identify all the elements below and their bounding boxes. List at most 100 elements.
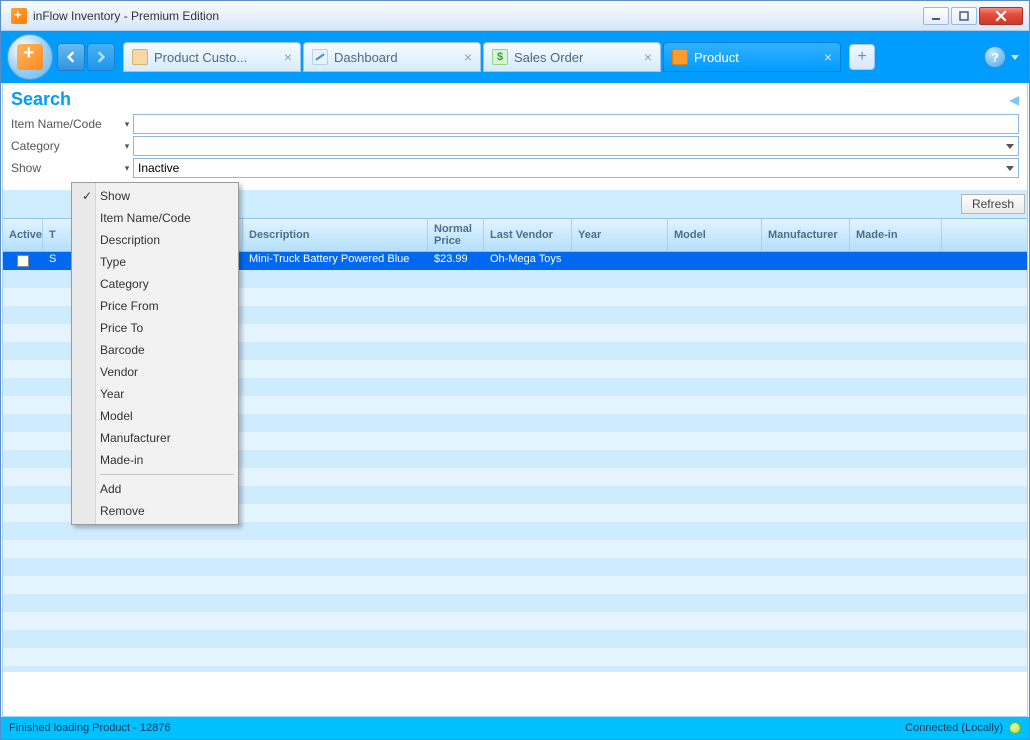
- col-manufacturer[interactable]: Manufacturer: [762, 219, 850, 251]
- active-checkbox[interactable]: [17, 255, 29, 267]
- table-row[interactable]: [3, 648, 1027, 666]
- table-row[interactable]: [3, 558, 1027, 576]
- nav-back-button[interactable]: [57, 43, 85, 71]
- table-row[interactable]: [3, 594, 1027, 612]
- cell-year: [572, 558, 668, 576]
- cell-active: [3, 324, 43, 342]
- tab-sales-order[interactable]: Sales Order ×: [483, 42, 661, 72]
- cell-manufacturer: [762, 468, 850, 486]
- menu-item-show[interactable]: Show: [74, 185, 236, 207]
- cell-active: [3, 522, 43, 540]
- minimize-button[interactable]: [923, 7, 949, 25]
- cell-model: [668, 594, 762, 612]
- cell-active: [3, 342, 43, 360]
- category-dropdown-icon[interactable]: ▾: [121, 141, 133, 152]
- show-select[interactable]: Inactive: [133, 158, 1019, 178]
- cell-model: [668, 630, 762, 648]
- cell-description: [243, 468, 428, 486]
- tab-close-icon[interactable]: ×: [824, 49, 832, 65]
- tab-label: Dashboard: [334, 50, 398, 65]
- cell-price: [428, 504, 484, 522]
- collapse-icon[interactable]: ◀: [1010, 93, 1019, 107]
- tab-close-icon[interactable]: ×: [464, 49, 472, 65]
- help-button[interactable]: ?: [984, 46, 1006, 68]
- menu-item-add[interactable]: Add: [74, 478, 236, 500]
- menu-item-item-name-code[interactable]: Item Name/Code: [74, 207, 236, 229]
- cell-price: [428, 612, 484, 630]
- close-button[interactable]: [979, 7, 1023, 25]
- tab-label: Product: [694, 50, 739, 65]
- menu-item-description[interactable]: Description: [74, 229, 236, 251]
- category-select[interactable]: [133, 136, 1019, 156]
- cell-year: [572, 360, 668, 378]
- tab-dashboard[interactable]: Dashboard ×: [303, 42, 481, 72]
- cell-made: [850, 522, 942, 540]
- cell-price: [428, 468, 484, 486]
- new-tab-button[interactable]: +: [849, 44, 875, 70]
- menu-item-barcode[interactable]: Barcode: [74, 339, 236, 361]
- connection-led-icon: [1009, 722, 1021, 734]
- cell-vendor: [484, 306, 572, 324]
- item-name-dropdown-icon[interactable]: ▾: [121, 119, 133, 130]
- cell-made: [850, 414, 942, 432]
- cell-description: [243, 378, 428, 396]
- menu-item-price-from[interactable]: Price From: [74, 295, 236, 317]
- cell-price: [428, 396, 484, 414]
- cell-active: [3, 360, 43, 378]
- cell-model: [668, 540, 762, 558]
- menu-item-type[interactable]: Type: [74, 251, 236, 273]
- tab-product-custom[interactable]: Product Custo... ×: [123, 42, 301, 72]
- cell-model: [668, 288, 762, 306]
- tab-product[interactable]: Product ×: [663, 42, 841, 72]
- col-last-vendor[interactable]: Last Vendor: [484, 219, 572, 251]
- status-right: Connected (Locally): [905, 722, 1021, 734]
- nav-forward-button[interactable]: [87, 43, 115, 71]
- col-active[interactable]: Active: [3, 219, 43, 251]
- table-row[interactable]: [3, 612, 1027, 630]
- table-row[interactable]: [3, 666, 1027, 672]
- table-row[interactable]: [3, 540, 1027, 558]
- help-dropdown-icon[interactable]: [1011, 55, 1019, 60]
- maximize-button[interactable]: [951, 7, 977, 25]
- cell-description: [243, 342, 428, 360]
- show-dropdown-icon[interactable]: ▾: [121, 163, 133, 174]
- cell-price: [428, 486, 484, 504]
- table-row[interactable]: [3, 630, 1027, 648]
- cell-active: [3, 306, 43, 324]
- col-normal-price[interactable]: Normal Price: [428, 219, 484, 251]
- menu-item-manufacturer[interactable]: Manufacturer: [74, 427, 236, 449]
- tab-close-icon[interactable]: ×: [284, 49, 292, 65]
- menu-item-price-to[interactable]: Price To: [74, 317, 236, 339]
- title-bar: inFlow Inventory - Premium Edition: [1, 1, 1029, 31]
- col-model[interactable]: Model: [668, 219, 762, 251]
- cell-price: [428, 576, 484, 594]
- item-name-input[interactable]: [133, 114, 1019, 134]
- cell-year: [572, 396, 668, 414]
- cell-made: [850, 342, 942, 360]
- col-made-in[interactable]: Made-in: [850, 219, 942, 251]
- tab-close-icon[interactable]: ×: [644, 49, 652, 65]
- cell-vendor: [484, 612, 572, 630]
- cell-vendor: [484, 522, 572, 540]
- menu-item-vendor[interactable]: Vendor: [74, 361, 236, 383]
- document-icon: [132, 49, 148, 65]
- menu-item-model[interactable]: Model: [74, 405, 236, 427]
- table-row[interactable]: [3, 576, 1027, 594]
- col-description[interactable]: Description: [243, 219, 428, 251]
- cell-year: [572, 450, 668, 468]
- refresh-button[interactable]: Refresh: [961, 194, 1025, 214]
- cell-made: [850, 306, 942, 324]
- menu-item-year[interactable]: Year: [74, 383, 236, 405]
- cell-manufacturer: [762, 396, 850, 414]
- cell-active: [3, 540, 43, 558]
- cell-description: Mini-Truck Battery Powered Blue: [243, 252, 428, 270]
- menu-item-made-in[interactable]: Made-in: [74, 449, 236, 471]
- menu-item-remove[interactable]: Remove: [74, 500, 236, 522]
- window-title: inFlow Inventory - Premium Edition: [33, 9, 923, 23]
- main-menu-button[interactable]: [7, 34, 53, 80]
- menu-item-category[interactable]: Category: [74, 273, 236, 295]
- col-year[interactable]: Year: [572, 219, 668, 251]
- cell-description: [243, 306, 428, 324]
- cell-manufacturer: [762, 288, 850, 306]
- cell-description: [243, 396, 428, 414]
